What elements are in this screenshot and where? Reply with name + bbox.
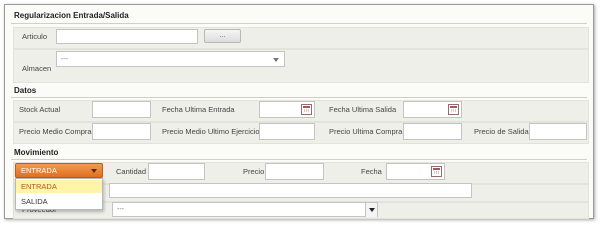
proveedor-select[interactable]: ---: [112, 202, 378, 217]
fecha-ultima-entrada-field: [259, 101, 315, 118]
calendar-icon: [448, 104, 459, 115]
tipo-movimiento-options: ENTRADA SALIDA: [15, 178, 103, 210]
option-entrada[interactable]: ENTRADA: [16, 180, 102, 193]
chevron-down-icon: [369, 208, 375, 212]
cantidad-input[interactable]: [148, 163, 205, 180]
fecha-ultima-salida-field: [403, 101, 462, 118]
option-label: SALIDA: [21, 197, 48, 206]
option-salida[interactable]: SALIDA: [16, 195, 102, 208]
section-title-regularizacion: Regularizacion Entrada/Salida: [14, 11, 129, 20]
almacen-select-value: ---: [61, 56, 68, 63]
regularizacion-form: Regularizacion Entrada/Salida Articulo .…: [4, 4, 594, 219]
precio-medio-ultimo-ejercicio-field: [259, 123, 315, 140]
articulo-label: Articulo: [22, 32, 48, 41]
fecha-input[interactable]: [386, 163, 445, 180]
precio-de-salida-label: Precio de Salida: [474, 127, 529, 136]
fecha-label: Fecha: [361, 167, 382, 176]
browse-articulo-button[interactable]: ...: [204, 29, 241, 43]
movimiento-text-input[interactable]: [109, 183, 472, 198]
chevron-down-icon: [91, 169, 97, 173]
precio-medio-ultimo-ejercicio-label: Precio Medio Ultimo Ejercicio: [162, 127, 260, 136]
section-divider: [11, 159, 587, 160]
chevron-down-icon: [273, 58, 279, 62]
precio-medio-compra-field: [92, 123, 151, 140]
calendar-icon[interactable]: [431, 166, 442, 177]
cantidad-label: Cantidad: [116, 167, 147, 176]
fecha-ultima-salida-label: Fecha Ultima Salida: [329, 105, 397, 114]
articulo-input[interactable]: [56, 29, 198, 44]
proveedor-dropdown-button[interactable]: [365, 203, 377, 217]
option-label: ENTRADA: [21, 182, 57, 191]
section-divider: [11, 23, 587, 24]
stock-actual-label: Stock Actual: [19, 105, 61, 114]
almacen-label: Almacen: [22, 64, 52, 73]
tipo-movimiento-select[interactable]: ENTRADA: [15, 163, 103, 178]
section-divider: [11, 97, 587, 98]
precio-medio-compra-label: Precio Medio Compra: [19, 127, 92, 136]
proveedor-select-value: ---: [117, 206, 124, 213]
almacen-select[interactable]: ---: [56, 51, 285, 67]
section-title-movimiento: Movimiento: [14, 148, 59, 157]
precio-ultima-compra-label: Precio Ultima Compra: [329, 127, 403, 136]
precio-input[interactable]: [265, 163, 324, 180]
calendar-icon: [301, 104, 312, 115]
section-title-datos: Datos: [14, 86, 37, 95]
tipo-movimiento-selected: ENTRADA: [21, 166, 57, 175]
fecha-ultima-entrada-label: Fecha Ultima Entrada: [162, 105, 235, 114]
precio-ultima-compra-field: [403, 123, 462, 140]
precio-de-salida-field: [529, 123, 587, 140]
stock-actual-field: [92, 101, 151, 118]
precio-label: Precio: [243, 167, 265, 176]
